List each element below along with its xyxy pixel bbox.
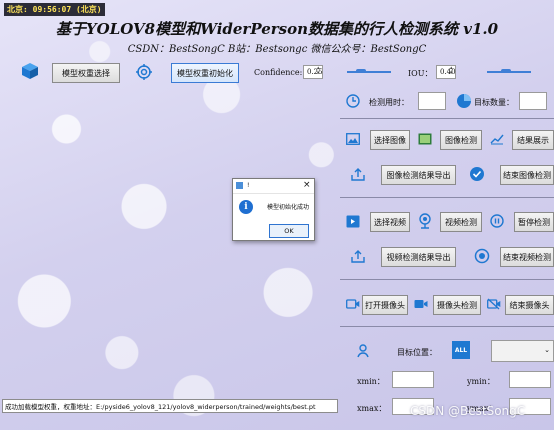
iou-spinbox[interactable]: 0.40: [436, 65, 456, 79]
camera-detect-button[interactable]: 摄像头检测: [433, 295, 481, 315]
iou-slider[interactable]: [487, 69, 531, 73]
cube-icon: [20, 61, 40, 81]
image-icon: [345, 131, 361, 147]
count-value-field: [519, 92, 547, 110]
ok-button[interactable]: OK: [269, 224, 309, 238]
webcam-icon: [417, 212, 433, 230]
iou-slider-thumb[interactable]: [501, 69, 511, 73]
clock-label: 北京: 09:56:07 (北京): [4, 3, 105, 16]
close-icon[interactable]: ×: [303, 180, 311, 190]
select-image-button[interactable]: 选择图像: [370, 130, 410, 150]
divider: [340, 118, 554, 119]
end-image-button[interactable]: 结束图像检测: [500, 165, 554, 185]
video-export-button[interactable]: 视频检测结果导出: [381, 247, 456, 267]
target-position-dropdown[interactable]: ⌄: [491, 340, 554, 362]
end-video-button[interactable]: 结束视频检测: [500, 247, 554, 267]
xmin-field: [392, 371, 434, 388]
confidence-slider[interactable]: [347, 69, 391, 73]
confidence-label: Confidence:: [254, 68, 303, 77]
info-icon: i: [239, 200, 253, 214]
pause-icon: [489, 213, 505, 229]
timer-icon: [345, 93, 361, 109]
watermark: CSDN @BestSongC: [410, 404, 526, 418]
dialog-title: !: [247, 182, 250, 189]
pie-chart-icon: [455, 92, 473, 110]
weight-init-button[interactable]: 模型权重初始化: [171, 63, 239, 83]
status-bar: 成功加载模型权重，权重地址：E:/pyside6_yolov8_121/yolo…: [2, 399, 338, 413]
xmin-label: xmin：: [357, 377, 385, 386]
confidence-slider-thumb[interactable]: [356, 69, 366, 73]
all-icon: ALL: [452, 341, 470, 359]
export-icon: [350, 248, 366, 264]
video-file-icon: [345, 213, 361, 229]
video-detect-button[interactable]: 视频检测: [440, 212, 482, 232]
xmax-label: xmax：: [357, 404, 387, 413]
dialog-message: 模型初始化成功: [267, 204, 310, 211]
select-video-button[interactable]: 选择视频: [370, 212, 410, 232]
dialog-titlebar: ! ×: [233, 179, 314, 194]
position-label: 目标位置：: [397, 348, 437, 357]
time-label: 检测用时：: [369, 98, 409, 107]
chart-line-icon: [489, 131, 505, 147]
open-camera-button[interactable]: 打开摄像头: [362, 295, 408, 315]
camera-off-icon: [486, 296, 502, 312]
ymin-label: ymin：: [467, 377, 495, 386]
export-icon: [350, 166, 366, 182]
image-detect-button[interactable]: 图像检测: [440, 130, 482, 150]
image-export-button[interactable]: 图像检测结果导出: [381, 165, 456, 185]
time-value-field: [418, 92, 446, 110]
divider: [340, 197, 554, 198]
image-detect-icon: [417, 131, 433, 147]
pause-detect-button[interactable]: 暂停检测: [514, 212, 554, 232]
message-dialog: ! × i 模型初始化成功 OK: [232, 178, 315, 241]
page-subtitle: CSDN：BestSongC B站：Bestsongc 微信公众号：BestSo…: [127, 44, 427, 55]
end-camera-button[interactable]: 结束摄像头: [505, 295, 554, 315]
chevron-down-icon: ⌄: [544, 346, 550, 354]
app-icon: [236, 182, 243, 189]
check-circle-icon: [468, 165, 486, 183]
result-show-button[interactable]: 结果展示: [512, 130, 554, 150]
iou-label: IOU：: [408, 69, 433, 78]
count-label: 目标数量：: [474, 98, 514, 107]
confidence-spinbox[interactable]: 0.25: [303, 65, 323, 79]
camera-icon: [345, 296, 361, 312]
weight-select-button[interactable]: 模型权重选择: [52, 63, 120, 83]
page-title: 基于YOLOV8模型和WiderPerson数据集的行人检测系统 v1.0: [55, 20, 499, 38]
divider: [340, 279, 554, 280]
target-icon: [134, 62, 154, 82]
stop-circle-icon: [473, 247, 491, 265]
divider: [340, 326, 554, 327]
location-pin-icon: [355, 342, 371, 358]
ymin-field: [509, 371, 551, 388]
video-camera-icon: [413, 296, 429, 312]
